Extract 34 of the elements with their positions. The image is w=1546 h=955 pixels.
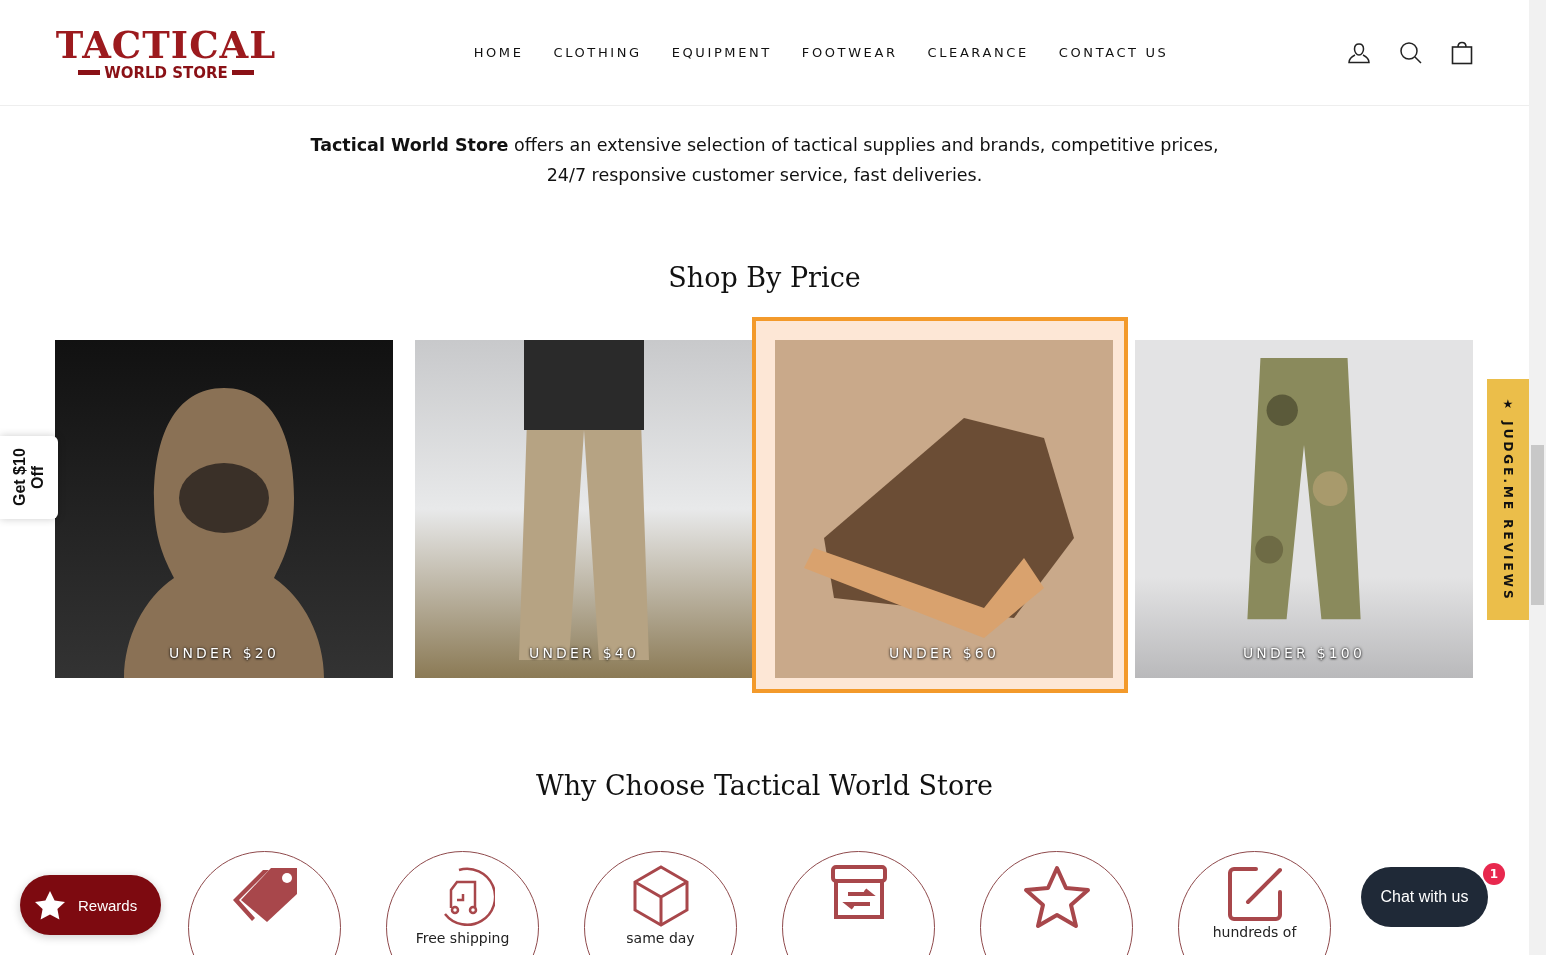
intro-text: Tactical World Store offers an extensive selection of tactical supplies and brands, competitive prices, 24/7 responsive customer service, fast deliveries. [309, 134, 1220, 187]
nav-link[interactable]: CLEARANCE [927, 45, 1029, 60]
logo-subtitle: WORLD STORE [104, 64, 228, 81]
edit-icon [1225, 864, 1284, 922]
nav-link[interactable]: CLOTHING [553, 45, 642, 60]
logo-title: TACTICAL [55, 24, 277, 65]
feature-label: hundreds of [1212, 924, 1297, 940]
section-heading: Why Choose Tactical World Store [534, 770, 995, 801]
discount-tab[interactable]: Get $10 Off [0, 436, 58, 519]
feature-label: same day [626, 930, 695, 946]
logo-stripe [78, 70, 101, 75]
star-icon [1021, 864, 1092, 930]
search-icon[interactable] [1399, 40, 1423, 65]
card-label: UNDER $40 [528, 645, 639, 661]
feature-label: Free shipping [415, 930, 510, 946]
reviews-tab[interactable]: ★ JUDGE.ME REVIEWS [1487, 379, 1529, 620]
star-icon [34, 890, 66, 920]
account-icon[interactable] [1347, 41, 1371, 64]
card-label: UNDER $100 [1242, 645, 1366, 661]
shopping-bag-icon[interactable] [1451, 40, 1473, 65]
store-logo[interactable]: TACTICAL WORLD STORE [57, 24, 275, 81]
chat-button[interactable]: Chat with us [1361, 867, 1488, 927]
nav-link[interactable]: CONTACT US [1058, 45, 1169, 60]
price-card[interactable]: UNDER $20 [55, 340, 393, 678]
nav-link[interactable]: HOME [473, 45, 524, 60]
nav-link[interactable]: FOOTWEAR [801, 45, 898, 60]
section-heading: Shop By Price [667, 262, 862, 293]
card-label: UNDER $60 [888, 645, 999, 661]
card-label: UNDER $20 [168, 645, 279, 661]
archive-box-icon [829, 864, 888, 922]
logo-stripe [231, 70, 254, 75]
nav-link[interactable]: EQUIPMENT [671, 45, 772, 60]
rewards-button[interactable]: Rewards [20, 875, 161, 935]
notification-badge: 1 [1483, 863, 1505, 885]
